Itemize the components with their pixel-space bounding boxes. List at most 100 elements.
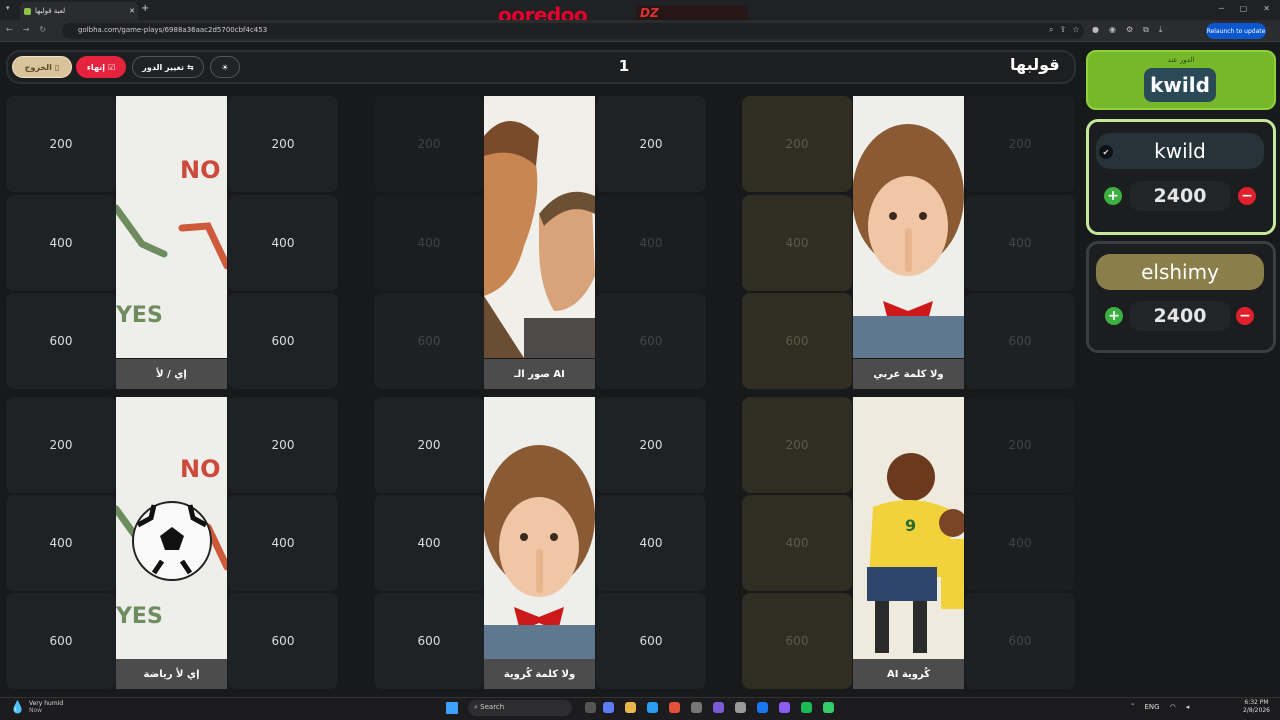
question-cell-used: 400 <box>965 495 1075 591</box>
question-cell[interactable]: 600 <box>6 593 116 689</box>
yes-text: YES <box>116 604 163 629</box>
discord-icon[interactable] <box>713 702 724 713</box>
change-turn-button[interactable]: تغيير الدور ⇆ <box>132 56 204 78</box>
puzzle-icon[interactable]: ⧉ <box>1143 25 1149 35</box>
question-cell-used: 600 <box>742 293 852 389</box>
taskbar-search[interactable]: ⌕ Search <box>468 700 572 716</box>
app2-icon[interactable] <box>779 702 790 713</box>
clock[interactable]: 6:32 PM 2/8/2026 <box>1243 699 1270 715</box>
zoom-icon[interactable]: ⌕ <box>1049 25 1053 35</box>
tab-search-icon[interactable]: ▾ <box>6 4 10 12</box>
add-score-button[interactable]: + <box>1105 307 1123 325</box>
question-cell-used: 400 <box>596 195 706 291</box>
task-view-icon[interactable] <box>585 702 596 713</box>
theme-toggle-button[interactable]: ☀ <box>210 56 240 78</box>
nav-buttons: ← → ↻ <box>6 25 46 34</box>
yes-no-football-illustration: NO YES <box>116 455 227 629</box>
search-placeholder: Search <box>480 703 505 711</box>
player-score: 2400 <box>1130 181 1230 211</box>
no-text: NO <box>180 455 221 483</box>
swap-arrows-icon: ⇆ <box>187 62 194 72</box>
url-field[interactable]: golbha.com/game-plays/6988a36aac2d5700cb… <box>62 23 1084 39</box>
store-icon[interactable] <box>691 702 702 713</box>
question-cell[interactable]: 200 <box>374 397 484 493</box>
question-cell[interactable]: 600 <box>374 593 484 689</box>
new-tab-button[interactable]: + <box>141 3 149 14</box>
browser-tab[interactable]: لعبة قولبها ✕ <box>20 2 138 20</box>
file-explorer-icon[interactable] <box>625 702 636 713</box>
extension-icons: ● ◉ ⚙ ⧉ ⤓ <box>1092 25 1162 35</box>
yes-no-illustration: NO YES <box>116 156 227 328</box>
question-cell[interactable]: 600 <box>596 593 706 689</box>
swap-label: تغيير الدور <box>142 62 185 72</box>
question-cell[interactable]: 400 <box>6 195 116 291</box>
category-image <box>484 397 595 659</box>
windows-start-icon[interactable] <box>446 702 458 714</box>
question-cell-used: 600 <box>742 593 852 689</box>
question-cell[interactable]: 400 <box>228 495 338 591</box>
facebook-icon[interactable] <box>757 702 768 713</box>
question-cell-used: 600 <box>374 293 484 389</box>
question-cell[interactable]: 600 <box>228 293 338 389</box>
chevron-up-icon[interactable]: ˄ <box>1131 703 1135 711</box>
subtract-score-button[interactable]: − <box>1238 187 1256 205</box>
question-cell[interactable]: 200 <box>596 96 706 192</box>
date: 2/8/2026 <box>1243 707 1270 714</box>
window-controls: ─ ▢ ✕ <box>1219 4 1270 13</box>
question-cell[interactable]: 200 <box>228 96 338 192</box>
question-cell[interactable]: 600 <box>6 293 116 389</box>
add-score-button[interactable]: + <box>1104 187 1122 205</box>
close-window-icon[interactable]: ✕ <box>1263 4 1270 13</box>
end-game-button[interactable]: إنهاء ☑ <box>76 56 126 78</box>
extension-icon[interactable]: ● <box>1092 25 1099 35</box>
reload-icon[interactable]: ↻ <box>39 25 46 34</box>
forward-icon[interactable]: → <box>23 25 30 34</box>
minimize-icon[interactable]: ─ <box>1219 4 1224 13</box>
subtract-score-button[interactable]: − <box>1236 307 1254 325</box>
question-cell-used: 600 <box>596 293 706 389</box>
sun-icon: ☀ <box>221 62 229 72</box>
chrome-icon[interactable] <box>669 702 680 713</box>
volume-icon[interactable]: ◂ <box>1186 703 1190 711</box>
ai-portraits-illustration <box>484 121 595 358</box>
turn-player-name: kwild <box>1144 68 1216 102</box>
download-icon[interactable]: ⤓ <box>1159 25 1163 35</box>
copilot-icon[interactable] <box>603 702 614 713</box>
exit-button[interactable]: الخروج ▯ <box>12 56 72 78</box>
maximize-icon[interactable]: ▢ <box>1240 4 1248 13</box>
spotify-icon[interactable] <box>801 702 812 713</box>
question-cell[interactable]: 600 <box>228 593 338 689</box>
question-cell[interactable]: 200 <box>6 397 116 493</box>
round-number: 1 <box>618 57 630 75</box>
edge-icon[interactable] <box>647 702 658 713</box>
question-cell-used: 200 <box>965 96 1075 192</box>
question-cell[interactable]: 400 <box>374 495 484 591</box>
category-label: إي لأ رياضة <box>116 659 227 689</box>
app-icon[interactable] <box>735 702 746 713</box>
question-cell[interactable]: 400 <box>228 195 338 291</box>
back-icon[interactable]: ← <box>6 25 13 34</box>
share-icon[interactable]: ⇪ <box>1059 25 1066 35</box>
question-cell-used: 400 <box>742 495 852 591</box>
wifi-icon[interactable]: ◠ <box>1170 703 1176 711</box>
clipboard-check-icon: ☑ <box>107 62 116 72</box>
weather-widget[interactable]: 💧 Very humid Now <box>10 700 63 714</box>
relaunch-button[interactable]: Relaunch to update <box>1206 23 1266 39</box>
question-cell[interactable]: 200 <box>228 397 338 493</box>
question-cell-used: 200 <box>965 397 1075 493</box>
settings-icon[interactable]: ⚙ <box>1126 25 1133 35</box>
player-name: kwild <box>1096 133 1264 169</box>
close-tab-icon[interactable]: ✕ <box>126 7 138 15</box>
terminal-icon[interactable] <box>823 702 834 713</box>
lang-indicator[interactable]: ENG <box>1145 703 1160 711</box>
question-cell[interactable]: 400 <box>6 495 116 591</box>
time: 6:32 PM <box>1244 699 1269 706</box>
question-cell[interactable]: 400 <box>596 495 706 591</box>
category-label: ولا كلمة عربي <box>853 359 964 389</box>
bookmark-star-icon[interactable]: ☆ <box>1072 25 1079 35</box>
question-cell[interactable]: 200 <box>6 96 116 192</box>
system-tray: ˄ ENG ◠ ◂ <box>1131 703 1189 711</box>
audio-icon[interactable]: ◉ <box>1109 25 1116 35</box>
question-cell[interactable]: 200 <box>596 397 706 493</box>
shushing-child-illustration <box>484 445 595 659</box>
